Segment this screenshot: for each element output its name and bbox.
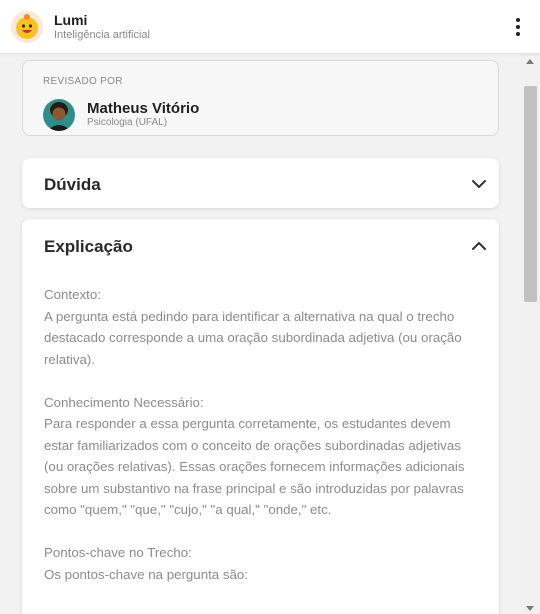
accordion-explicacao-title: Explicação — [44, 237, 133, 256]
reviewer-card: REVISADO POR Matheus Vitório Psicologia … — [22, 60, 499, 136]
keypoints-heading: Pontos-chave no Trecho: — [44, 545, 192, 560]
scrollbar[interactable] — [521, 54, 540, 614]
scrollbar-thumb[interactable] — [524, 86, 537, 302]
app-name: Lumi — [54, 11, 88, 28]
app-header: Lumi Inteligência artificial — [0, 0, 540, 54]
accordion-duvida-title: Dúvida — [44, 175, 101, 194]
lumi-mascot-icon — [11, 10, 43, 43]
scroll-up-arrow-icon[interactable] — [526, 59, 534, 64]
chevron-up-icon[interactable] — [471, 241, 487, 251]
reviewer-name: Matheus Vitório — [87, 100, 200, 117]
explanation-body: Contexto: A pergunta está pedindo para i… — [44, 284, 474, 585]
knowledge-text: Para responder a essa pergunta corretame… — [44, 416, 465, 517]
app-subtitle: Inteligência artificial — [54, 28, 150, 41]
reviewer-label: REVISADO POR — [43, 76, 123, 87]
kebab-menu-icon[interactable] — [514, 16, 522, 38]
reviewer-role: Psicologia (UFAL) — [87, 117, 168, 128]
context-heading: Contexto: — [44, 287, 101, 302]
context-text: A pergunta está pedindo para identificar… — [44, 308, 462, 367]
accordion-duvida[interactable]: Dúvida — [22, 158, 499, 208]
chevron-down-icon[interactable] — [471, 179, 487, 189]
accordion-explicacao[interactable]: Explicação Contexto: A pergunta está ped… — [22, 219, 499, 614]
brand: Lumi Inteligência artificial — [54, 12, 150, 42]
main-content: REVISADO POR Matheus Vitório Psicologia … — [0, 54, 521, 614]
reviewer-avatar — [43, 99, 75, 131]
knowledge-heading: Conhecimento Necessário: — [44, 394, 204, 410]
keypoints-text: Os pontos-chave na pergunta são: — [44, 566, 249, 582]
scroll-down-arrow-icon[interactable] — [526, 606, 534, 611]
